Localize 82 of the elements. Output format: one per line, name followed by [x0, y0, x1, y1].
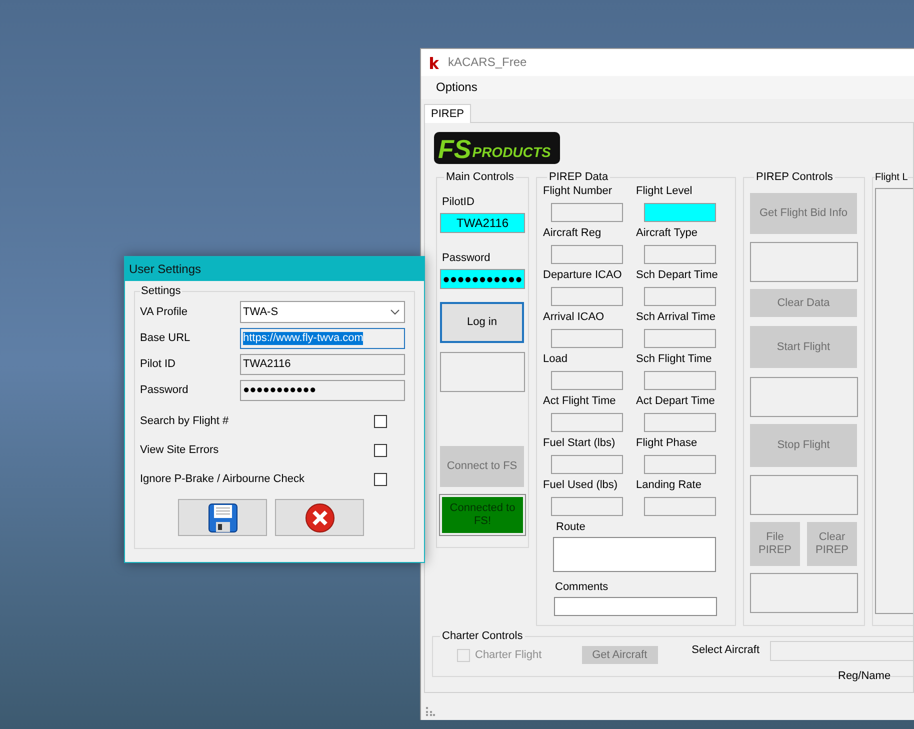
- button[interactable]: Log in: [440, 302, 524, 343]
- field-label: Flight Number: [543, 185, 614, 198]
- field-label: Sch Arrival Time: [636, 311, 716, 324]
- logo-text: FS: [438, 136, 472, 162]
- text-field[interactable]: TWA2116: [440, 213, 525, 233]
- field-value: ●●●●●●●●●●●: [243, 384, 316, 397]
- field-label: Aircraft Type: [636, 227, 699, 240]
- text-field[interactable]: ●●●●●●●●●●●: [440, 269, 525, 289]
- text-field[interactable]: [644, 203, 716, 222]
- group-title: PIREP Controls: [755, 171, 834, 184]
- field-value: https://www.fly-twva.com: [243, 332, 364, 345]
- text-field[interactable]: [644, 329, 716, 348]
- text-field[interactable]: [644, 245, 716, 264]
- field-label: Sch Depart Time: [636, 269, 719, 282]
- text-field[interactable]: https://www.fly-twva.com: [240, 328, 405, 349]
- close-icon: [304, 502, 334, 532]
- save-button[interactable]: [178, 499, 267, 536]
- checkbox-label: Charter Flight: [475, 648, 542, 662]
- field-label: Pilot ID: [140, 358, 176, 371]
- field-value: TWA-S: [243, 306, 278, 318]
- field-label: Fuel Start (lbs): [543, 437, 616, 450]
- cancel-button[interactable]: [275, 499, 364, 536]
- field-label: Base URL: [140, 332, 192, 345]
- checkbox[interactable]: [374, 414, 387, 428]
- text-field[interactable]: [644, 455, 716, 474]
- field-label: Select Aircraft: [692, 644, 760, 656]
- app-logo-icon: [428, 56, 440, 70]
- field-label: Route: [556, 521, 586, 534]
- text-field[interactable]: [551, 245, 623, 264]
- field-label: Act Depart Time: [636, 395, 716, 408]
- window-title: kACARS_Free: [448, 56, 527, 69]
- checkbox-label: Ignore P-Brake / Airbourne Check: [140, 472, 304, 486]
- field-label: Sch Flight Time: [636, 353, 713, 366]
- menu-item[interactable]: Options: [429, 81, 484, 94]
- checkbox[interactable]: [374, 444, 387, 456]
- field-value: TWA2116: [243, 358, 291, 371]
- dropdown[interactable]: TWA-S: [240, 301, 405, 323]
- text-field[interactable]: [551, 287, 623, 306]
- text-field[interactable]: [551, 413, 623, 432]
- tab[interactable]: PIREP: [424, 104, 472, 123]
- field-caption: Reg/Name: [838, 670, 891, 683]
- aircraft-select-field[interactable]: [770, 640, 913, 660]
- text-field[interactable]: [644, 371, 716, 390]
- comments-field[interactable]: [554, 597, 717, 616]
- text-field[interactable]: [551, 497, 623, 516]
- field-label: Aircraft Reg: [543, 227, 602, 240]
- group-title: PIREP Data: [548, 171, 610, 184]
- field-label: Password: [140, 384, 190, 397]
- text-field[interactable]: [551, 203, 623, 222]
- text-field[interactable]: [644, 497, 716, 516]
- text-field[interactable]: TWA2116: [240, 354, 405, 375]
- field-label: Departure ICAO: [543, 269, 623, 282]
- field-label: Password: [442, 252, 492, 265]
- text-field[interactable]: [551, 455, 623, 474]
- status-label: Connected to FS!: [440, 495, 525, 535]
- text-field[interactable]: [644, 413, 716, 432]
- group-title: Main Controls: [445, 171, 515, 184]
- text-field[interactable]: ●●●●●●●●●●●: [240, 380, 405, 401]
- logo-text: PRODUCTS: [472, 144, 551, 160]
- checkbox[interactable]: [374, 472, 387, 486]
- field-label: Flight Phase: [636, 437, 698, 450]
- field-label: VA Profile: [140, 306, 188, 318]
- field-label: Arrival ICAO: [543, 311, 606, 324]
- group-title: Settings: [140, 285, 182, 298]
- chevron-down-icon: [390, 309, 400, 315]
- field-label: Comments: [555, 581, 610, 594]
- group-title: Flight L: [875, 171, 908, 184]
- checkbox-label: Search by Flight #: [140, 414, 229, 428]
- field-label: PilotID: [442, 196, 476, 209]
- field-label: Load: [543, 353, 568, 366]
- field-label: Flight Level: [636, 185, 694, 198]
- field-label: Landing Rate: [636, 479, 702, 492]
- field-label: Fuel Used (lbs): [543, 479, 619, 492]
- group-title: Charter Controls: [441, 630, 524, 643]
- checkbox-label: View Site Errors: [140, 444, 219, 456]
- text-field[interactable]: [551, 371, 623, 390]
- text-field[interactable]: [644, 287, 716, 306]
- dialog-title: User Settings: [129, 262, 202, 276]
- route-field[interactable]: [553, 537, 716, 572]
- text-field[interactable]: [551, 329, 623, 348]
- field-label: Act Flight Time: [543, 395, 617, 408]
- resize-grip-icon: [425, 706, 435, 716]
